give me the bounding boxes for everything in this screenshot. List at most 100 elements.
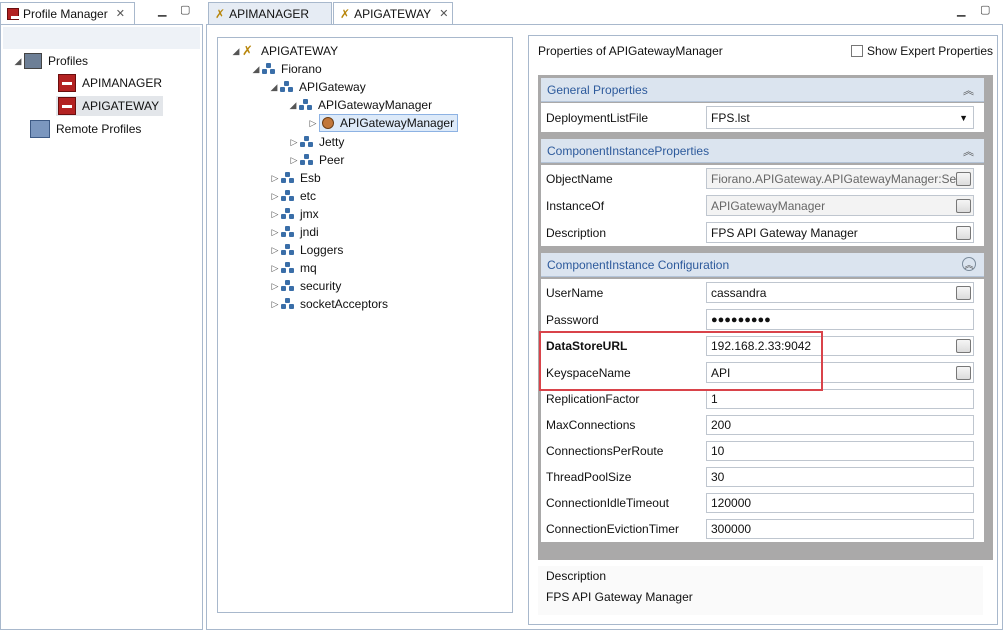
collapse-arrow-icon[interactable]: ▷ — [288, 137, 300, 148]
datastoreurl-field[interactable]: 192.168.2.33:9042 — [706, 336, 974, 356]
tree-item-label: Fiorano — [281, 62, 322, 76]
cluster-icon — [281, 280, 295, 292]
minimize-icon[interactable]: ▁ — [158, 4, 166, 17]
maximize-icon[interactable]: ▢ — [180, 3, 190, 16]
expand-arrow-icon[interactable]: ◢ — [287, 100, 299, 111]
collapse-arrow-icon[interactable]: ▷ — [269, 209, 281, 220]
cluster-icon — [281, 244, 295, 256]
maxconnections-field[interactable]: 200 — [706, 415, 974, 435]
collapse-section-icon[interactable]: ︽ — [962, 257, 976, 271]
deploymentlistfile-dropdown[interactable]: FPS.lst ▼ — [706, 106, 974, 129]
edit-button[interactable] — [956, 339, 971, 353]
tree-item-label: Jetty — [319, 135, 345, 149]
property-row-maxconnections: MaxConnections 200 — [541, 412, 984, 438]
collapse-arrow-icon[interactable]: ▷ — [288, 155, 300, 166]
edit-button[interactable] — [956, 285, 971, 300]
property-label: InstanceOf — [546, 198, 605, 213]
property-label: KeyspaceName — [546, 365, 631, 380]
tree-item-peer[interactable]: ▷ Peer — [288, 151, 345, 169]
tree-item-fiorano[interactable]: ◢ Fiorano — [250, 60, 322, 78]
section-componentinstanceproperties[interactable]: ComponentInstanceProperties ︽ — [541, 139, 984, 163]
collapse-arrow-icon[interactable]: ▷ — [269, 299, 281, 310]
objectname-field[interactable]: Fiorano.APIGateway.APIGatewayManager:Ser… — [706, 168, 974, 189]
password-field[interactable]: ●●●●●●●●● — [706, 309, 974, 330]
expand-arrow-icon[interactable]: ◢ — [268, 82, 280, 93]
replicationfactor-field[interactable]: 1 — [706, 389, 974, 409]
collapse-arrow-icon[interactable]: ▷ — [269, 191, 281, 202]
tree-item-jmx[interactable]: ▷ jmx — [269, 205, 319, 223]
property-row-description: Description FPS API Gateway Manager — [541, 219, 984, 246]
description-text: FPS API Gateway Manager — [546, 590, 693, 604]
tree-item-apigateway[interactable]: APIGATEWAY — [56, 96, 164, 116]
description-area: Description FPS API Gateway Manager — [538, 566, 983, 615]
collapse-section-icon[interactable]: ︽ — [963, 143, 974, 159]
tools-icon: ✗ — [215, 6, 226, 21]
section-title: General Properties — [547, 82, 648, 97]
tree-item-etc[interactable]: ▷ etc — [269, 187, 316, 205]
tree-item-label: mq — [300, 261, 317, 275]
instanceof-field[interactable]: APIGatewayManager — [706, 195, 974, 216]
connectionsperroute-field[interactable]: 10 — [706, 441, 974, 461]
properties-title: Properties of APIGatewayManager — [538, 44, 723, 58]
collapse-arrow-icon[interactable]: ▷ — [269, 245, 281, 256]
profile-manager-icon — [7, 7, 21, 20]
minimize-icon[interactable]: ▁ — [957, 4, 965, 17]
property-label: DeploymentListFile — [546, 110, 649, 125]
expand-arrow-icon[interactable]: ◢ — [12, 56, 24, 67]
threadpoolsize-field[interactable]: 30 — [706, 467, 974, 487]
edit-button[interactable] — [956, 225, 971, 240]
show-expert-toggle[interactable]: Show Expert Properties — [850, 44, 993, 58]
collapse-arrow-icon[interactable]: ▷ — [269, 227, 281, 238]
tree-item-remote-profiles[interactable]: Remote Profiles — [30, 120, 141, 138]
connectionevictiontimer-field[interactable]: 300000 — [706, 519, 974, 539]
maximize-icon[interactable]: ▢ — [980, 3, 990, 16]
edit-button[interactable] — [956, 365, 971, 380]
connectionidletimeout-field[interactable]: 120000 — [706, 493, 974, 513]
tab-apimanager[interactable]: ✗ APIMANAGER — [208, 2, 332, 24]
description-field[interactable]: FPS API Gateway Manager — [706, 222, 974, 243]
field-value: FPS API Gateway Manager — [711, 225, 858, 240]
tree-item-apigatewaymanager-group[interactable]: ◢ APIGatewayManager — [287, 96, 433, 114]
network-icon — [30, 120, 50, 138]
expand-arrow-icon[interactable]: ◢ — [250, 64, 262, 75]
tree-item-label: APIGATEWAY — [261, 44, 339, 58]
cluster-icon — [280, 81, 294, 93]
tree-item-security[interactable]: ▷ security — [269, 277, 342, 295]
username-field[interactable]: cassandra — [706, 282, 974, 303]
dropdown-arrow-icon[interactable]: ▼ — [959, 113, 968, 123]
tree-item-esb[interactable]: ▷ Esb — [269, 169, 321, 187]
tree-item-mq[interactable]: ▷ mq — [269, 259, 317, 277]
tab-profile-manager[interactable]: Profile Manager ✕ — [0, 2, 135, 24]
section-general-properties[interactable]: General Properties ︽ — [541, 78, 984, 102]
edit-button[interactable] — [956, 198, 971, 213]
tree-item-apigatewaymanager-selected[interactable]: ▷ APIGatewayManager — [307, 114, 459, 132]
property-row-datastoreurl: DataStoreURL 192.168.2.33:9042 — [541, 333, 984, 359]
property-row-connectionidletimeout: ConnectionIdleTimeout 120000 — [541, 490, 984, 516]
tree-item-apimanager[interactable]: APIMANAGER — [58, 74, 162, 92]
expand-arrow-icon[interactable]: ◢ — [230, 46, 242, 57]
tree-item-apigateway-node[interactable]: ◢ APIGateway — [268, 78, 366, 96]
collapse-arrow-icon[interactable]: ▷ — [307, 118, 319, 129]
tree-root-apigateway[interactable]: ◢ ✗ APIGATEWAY — [230, 42, 339, 60]
tree-item-socketacceptors[interactable]: ▷ socketAcceptors — [269, 295, 389, 313]
property-row-deploymentlistfile: DeploymentListFile FPS.lst ▼ — [541, 103, 984, 132]
collapse-section-icon[interactable]: ︽ — [963, 82, 974, 98]
edit-button[interactable] — [956, 171, 971, 186]
field-value: ●●●●●●●●● — [711, 313, 771, 326]
tree-item-profiles[interactable]: ◢ Profiles — [12, 52, 88, 70]
collapse-arrow-icon[interactable]: ▷ — [269, 263, 281, 274]
tree-item-jndi[interactable]: ▷ jndi — [269, 223, 319, 241]
collapse-arrow-icon[interactable]: ▷ — [269, 173, 281, 184]
tree-item-loggers[interactable]: ▷ Loggers — [269, 241, 344, 259]
tab-apigateway[interactable]: ✗ APIGATEWAY ✕ — [333, 2, 453, 24]
property-label: ReplicationFactor — [546, 392, 640, 406]
cluster-icon — [281, 262, 295, 274]
section-componentinstance-configuration[interactable]: ComponentInstance Configuration ︽ — [541, 253, 984, 277]
property-label: DataStoreURL — [546, 339, 628, 353]
tree-item-jetty[interactable]: ▷ Jetty — [288, 133, 345, 151]
close-icon[interactable]: ✕ — [439, 7, 448, 20]
close-icon[interactable]: ✕ — [116, 7, 125, 20]
collapse-arrow-icon[interactable]: ▷ — [269, 281, 281, 292]
show-expert-checkbox[interactable] — [850, 45, 863, 57]
keyspacename-field[interactable]: API — [706, 362, 974, 383]
